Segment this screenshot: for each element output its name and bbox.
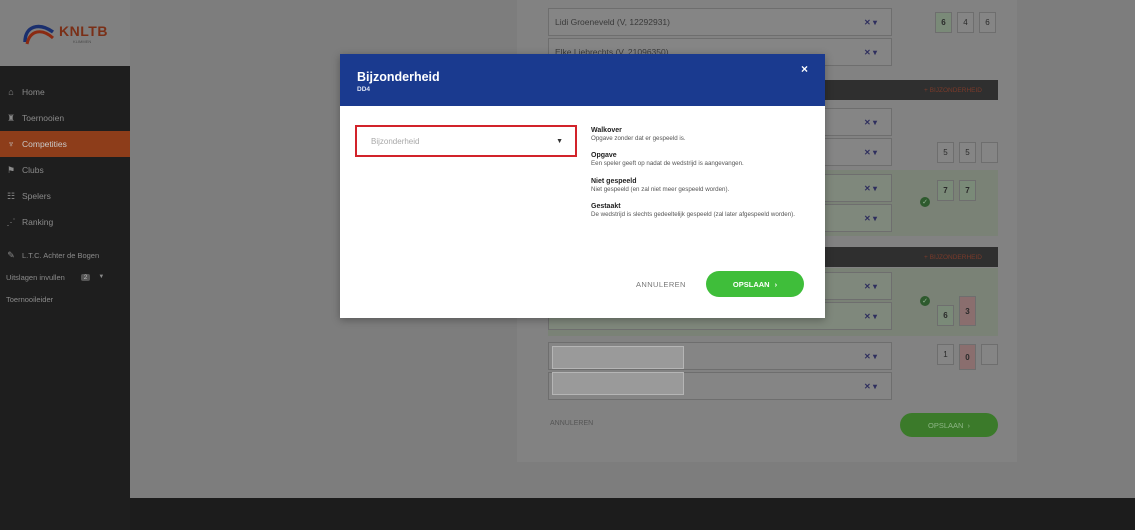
select-placeholder: Bijzonderheid bbox=[371, 136, 420, 146]
score-cell[interactable]: 7 bbox=[937, 180, 954, 201]
uitslagen-badge: 2 bbox=[80, 273, 91, 281]
close-icon[interactable]: × bbox=[801, 62, 808, 76]
arrow-right-icon: › bbox=[967, 420, 970, 430]
bijzonderheid-select[interactable]: Bijzonderheid ▼ bbox=[355, 125, 577, 157]
modal-title: Bijzonderheid bbox=[357, 70, 440, 84]
cancel-button[interactable]: ANNULEREN bbox=[636, 280, 686, 289]
main-nav: ⌂ Home ♜ Toernooien ♆ Competities ⚑ Club… bbox=[0, 79, 130, 235]
remove-icon[interactable]: ✕ ▾ bbox=[864, 148, 877, 157]
score-cell[interactable]: 0 bbox=[959, 344, 976, 370]
nav-label: Home bbox=[22, 87, 45, 97]
score-cell[interactable]: 4 bbox=[957, 12, 974, 33]
option-text: Opgave zonder dat er gespeeld is. bbox=[591, 135, 686, 142]
save-button[interactable]: OPSLAAN › bbox=[706, 271, 804, 297]
score-cell[interactable]: 7 bbox=[959, 180, 976, 201]
logo-text: KNLTB bbox=[59, 22, 108, 39]
score-cell[interactable]: 3 bbox=[959, 296, 976, 326]
save-label: OPSLAAN bbox=[732, 279, 770, 289]
score-cell[interactable]: 5 bbox=[959, 142, 976, 163]
remove-icon[interactable]: ✕ ▾ bbox=[864, 382, 877, 391]
score-cell[interactable]: 6 bbox=[979, 12, 996, 33]
arrow-right-icon: › bbox=[774, 279, 778, 289]
flag-icon: ⚑ bbox=[6, 164, 16, 175]
remove-icon[interactable]: ✕ ▾ bbox=[864, 352, 877, 361]
modal-header: Bijzonderheid DD4 × bbox=[340, 54, 825, 106]
option-descriptions: Walkover Opgave zonder dat er gespeeld i… bbox=[591, 127, 819, 228]
save-button-bg[interactable]: OPSLAAN › bbox=[900, 413, 998, 437]
winner-check-icon: ✓ bbox=[920, 296, 930, 306]
option-gestaakt: Gestaakt De wedstrijd is slechts gedeelt… bbox=[591, 203, 819, 219]
nav-item-clubs[interactable]: ⚑ Clubs bbox=[0, 157, 130, 183]
wrench-icon: ✎ bbox=[7, 249, 15, 260]
logo-area: KNLTB KLIMMEN bbox=[0, 0, 130, 66]
option-text: De wedstrijd is slechts gedeeltelijk ges… bbox=[591, 211, 795, 219]
nav-label: Spelers bbox=[22, 191, 51, 201]
score-cell[interactable]: 6 bbox=[937, 305, 954, 326]
remove-icon[interactable]: ✕ ▾ bbox=[864, 18, 877, 27]
option-text: Een speler geeft op nadat de wedstrijd i… bbox=[591, 160, 744, 168]
player-name: Lidi Groeneveld (V, 12292931) bbox=[555, 17, 670, 27]
nav-label: Clubs bbox=[22, 165, 44, 175]
footer-bar bbox=[130, 498, 1135, 530]
cup-icon: ♆ bbox=[7, 139, 15, 149]
nav-item-uitslagen[interactable]: Uitslagen invullen 2 ▼ bbox=[0, 266, 130, 288]
score-cell[interactable]: 5 bbox=[937, 142, 954, 163]
nav-label: Competities bbox=[22, 139, 67, 149]
nav-item-club[interactable]: ✎ L.T.C. Achter de Bogen bbox=[0, 244, 130, 266]
uitslagen-label: Uitslagen invullen bbox=[6, 272, 65, 282]
option-title: Opgave bbox=[591, 152, 617, 160]
remove-icon[interactable]: ✕ ▾ bbox=[864, 282, 877, 291]
remove-icon[interactable]: ✕ ▾ bbox=[864, 312, 877, 321]
club-name: L.T.C. Achter de Bogen bbox=[22, 250, 100, 260]
save-label: OPSLAAN bbox=[928, 420, 964, 430]
nav-label: Ranking bbox=[22, 217, 54, 227]
sidebar: KNLTB KLIMMEN ⌂ Home ♜ Toernooien ♆ Comp… bbox=[0, 0, 130, 530]
trophy-icon: ♜ bbox=[6, 112, 16, 123]
logo-arc-icon bbox=[23, 24, 55, 45]
nav-item-ranking[interactable]: ⋰ Ranking bbox=[0, 209, 130, 235]
player-row[interactable]: Lidi Groeneveld (V, 12292931) ✕ ▾ bbox=[548, 8, 892, 36]
option-niet-gespeeld: Niet gespeeld Niet gespeeld (en zal niet… bbox=[591, 178, 819, 194]
logo-subtext: KLIMMEN bbox=[73, 38, 92, 44]
users-icon: ☷ bbox=[6, 190, 16, 201]
redacted-player bbox=[552, 372, 684, 395]
option-walkover: Walkover Opgave zonder dat er gespeeld i… bbox=[591, 127, 819, 143]
add-bijzonderheid-button[interactable]: + BIJZONDERHEID bbox=[908, 247, 998, 267]
toernooileider-label: Toernooileider bbox=[6, 294, 54, 304]
score-cell[interactable]: 6 bbox=[935, 12, 952, 33]
option-text: Niet gespeeld (en zal niet meer gespeeld… bbox=[591, 185, 730, 193]
nav-item-home[interactable]: ⌂ Home bbox=[0, 79, 130, 105]
nav-item-toernooien[interactable]: ♜ Toernooien bbox=[0, 105, 130, 131]
score-cell[interactable] bbox=[981, 142, 998, 163]
chevron-down-icon: ▼ bbox=[556, 137, 563, 145]
nav-item-toernooileider[interactable]: Toernooileider bbox=[0, 288, 130, 310]
bijzonderheid-modal: Bijzonderheid DD4 × Bijzonderheid ▼ Walk… bbox=[340, 54, 825, 318]
option-title: Walkover bbox=[591, 127, 622, 134]
home-icon: ⌂ bbox=[8, 87, 14, 97]
knltb-logo[interactable]: KNLTB KLIMMEN bbox=[22, 20, 108, 46]
remove-icon[interactable]: ✕ ▾ bbox=[864, 184, 877, 193]
nav-label: Toernooien bbox=[22, 113, 65, 123]
chevron-down-icon: ▼ bbox=[98, 274, 105, 280]
modal-subtitle: DD4 bbox=[357, 86, 371, 93]
score-cell[interactable] bbox=[981, 344, 998, 365]
remove-icon[interactable]: ✕ ▾ bbox=[864, 118, 877, 127]
winner-check-icon: ✓ bbox=[920, 197, 930, 207]
option-title: Gestaakt bbox=[591, 203, 621, 211]
club-nav: ✎ L.T.C. Achter de Bogen Uitslagen invul… bbox=[0, 244, 130, 310]
option-opgave: Opgave Een speler geeft op nadat de weds… bbox=[591, 152, 819, 168]
remove-icon[interactable]: ✕ ▾ bbox=[864, 48, 877, 57]
option-title: Niet gespeeld bbox=[591, 177, 637, 185]
add-bijzonderheid-button[interactable]: + BIJZONDERHEID bbox=[908, 80, 998, 100]
nav-item-spelers[interactable]: ☷ Spelers bbox=[0, 183, 130, 209]
cancel-button-bg[interactable]: ANNULEREN bbox=[550, 420, 593, 427]
score-cell[interactable]: 1 bbox=[937, 344, 954, 365]
remove-icon[interactable]: ✕ ▾ bbox=[864, 214, 877, 223]
nav-item-competities[interactable]: ♆ Competities bbox=[0, 131, 130, 157]
chart-icon: ⋰ bbox=[6, 216, 16, 227]
redacted-player bbox=[552, 346, 684, 369]
